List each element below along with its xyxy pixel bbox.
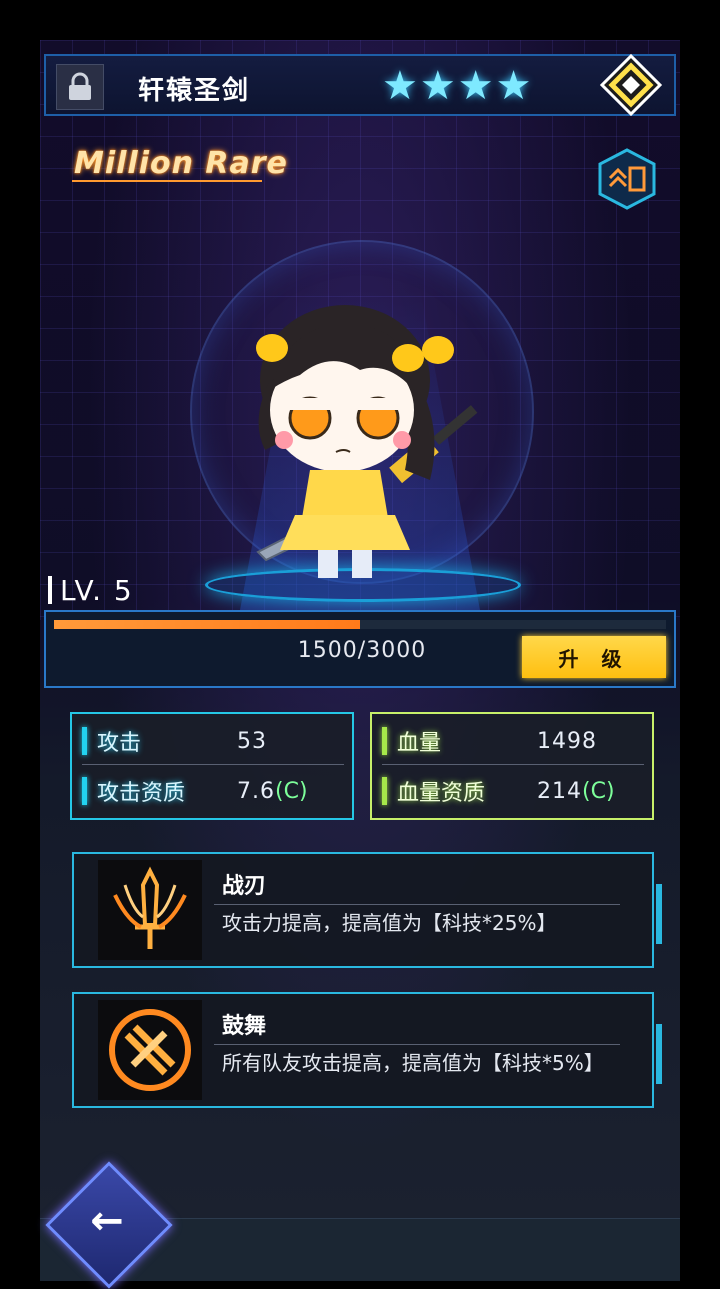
stat-tick — [382, 777, 387, 805]
level-marker — [48, 576, 52, 604]
sword-blade-icon — [98, 860, 202, 960]
star-icon: ★ — [382, 63, 418, 109]
hp-value: 1498 — [537, 728, 597, 754]
attack-quality-grade: (C) — [275, 778, 308, 804]
rarity-label: Million Rare — [74, 146, 288, 181]
hp-quality-label: 血量资质 — [397, 781, 486, 806]
attack-quality-value: 7.6 — [237, 778, 275, 804]
stat-tick — [82, 777, 87, 805]
upgrade-button[interactable]: 升 级 — [522, 636, 666, 678]
skill-edge-accent — [656, 1024, 662, 1084]
attack-row: 攻击 53 — [82, 718, 344, 765]
experience-panel: 1500/3000 升 级 — [44, 610, 676, 688]
skill-description: 所有队友攻击提高，提高值为【科技*5%】 — [222, 1051, 604, 1075]
skill-edge-accent — [656, 884, 662, 944]
lock-button[interactable] — [56, 64, 104, 110]
hp-quality-row: 血量资质 214 (C) — [382, 768, 644, 814]
skill-description: 攻击力提高，提高值为【科技*25%】 — [222, 911, 557, 935]
lock-icon — [69, 72, 91, 100]
skill-divider — [214, 1044, 620, 1045]
attack-quality-label: 攻击资质 — [97, 781, 186, 806]
star-rating: ★ ★ ★ ★ — [382, 64, 531, 108]
skill-divider — [214, 904, 620, 905]
attack-stats-panel: 攻击 53 攻击资质 7.6 (C) — [70, 712, 354, 820]
hp-quality-grade: (C) — [582, 778, 615, 804]
star-icon: ★ — [419, 63, 456, 109]
crossed-swords-icon — [98, 1000, 202, 1100]
weapon-name: 轩辕圣剑 — [138, 76, 251, 106]
skill-card[interactable]: 鼓舞 所有队友攻击提高，提高值为【科技*5%】 — [72, 992, 662, 1108]
back-arrow-icon[interactable]: ← — [72, 1196, 142, 1246]
skill-name: 战刃 — [222, 874, 267, 899]
star-icon: ★ — [495, 63, 532, 109]
attack-quality-row: 攻击资质 7.6 (C) — [82, 768, 344, 814]
skill-name: 鼓舞 — [222, 1014, 267, 1039]
skill-card[interactable]: 战刃 攻击力提高，提高值为【科技*25%】 — [72, 852, 662, 968]
exp-progress-track — [54, 620, 666, 629]
hp-label: 血量 — [397, 731, 442, 756]
hp-stats-panel: 血量 1498 血量资质 214 (C) — [370, 712, 654, 820]
exp-progress-fill — [54, 620, 360, 629]
skin-toggle-button[interactable] — [598, 148, 656, 210]
hp-quality-value: 214 — [537, 778, 582, 804]
stat-tick — [382, 727, 387, 755]
hp-row: 血量 1498 — [382, 718, 644, 765]
diamond-emblem-icon[interactable] — [598, 52, 664, 118]
weapon-header: 轩辕圣剑 ★ ★ ★ ★ — [44, 54, 676, 116]
skin-toggle-icon — [598, 148, 656, 210]
star-icon: ★ — [457, 63, 494, 109]
attack-value: 53 — [237, 728, 267, 754]
attack-label: 攻击 — [97, 731, 142, 756]
stat-tick — [82, 727, 87, 755]
level-label: LV. 5 — [60, 574, 134, 607]
character-portrait[interactable] — [240, 300, 490, 590]
rarity-underline — [72, 180, 262, 182]
